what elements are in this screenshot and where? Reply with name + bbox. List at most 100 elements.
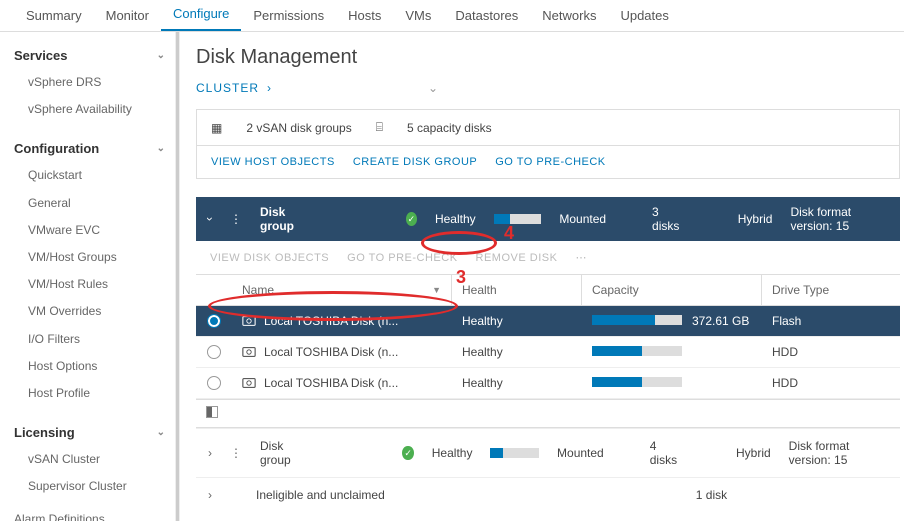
capacity-bar xyxy=(494,214,542,224)
table-row[interactable]: Local TOSHIBA Disk (n...Healthy372.61 GB… xyxy=(196,306,900,337)
table-row[interactable]: Local TOSHIBA Disk (n... Healthy HDD xyxy=(196,337,900,368)
tab-permissions[interactable]: Permissions xyxy=(241,0,336,31)
more-actions-icon[interactable]: ⋮ xyxy=(230,212,242,226)
disk-groups-count: 2 vSAN disk groups xyxy=(246,121,351,135)
sidebar-item-vm-host-rules[interactable]: VM/Host Rules xyxy=(0,271,179,298)
disk-group-panel: › ⋮ Disk group ✓ Healthy Mounted 3 disks… xyxy=(196,197,900,512)
view-disk-objects-button[interactable]: VIEW DISK OBJECTS xyxy=(210,252,329,264)
summary-row[interactable]: › Ineligible and unclaimed 1 disk xyxy=(196,477,900,512)
col-health[interactable]: Health xyxy=(452,275,582,305)
tab-datastores[interactable]: Datastores xyxy=(443,0,530,31)
chevron-down-icon: ⌄ xyxy=(157,50,165,61)
chevron-down-icon: ⌄ xyxy=(157,427,165,438)
column-picker-icon[interactable] xyxy=(206,406,218,418)
sidebar-section-licensing[interactable]: Licensing ⌄ xyxy=(0,419,179,446)
chevron-down-icon[interactable]: ⌄ xyxy=(428,81,438,95)
disk-toolbar: VIEW DISK OBJECTS GO TO PRE-CHECK REMOVE… xyxy=(196,241,900,274)
drive-type: HDD xyxy=(762,337,900,367)
capacity-text: 372.61 GB xyxy=(692,314,749,328)
tab-summary[interactable]: Summary xyxy=(14,0,94,31)
sidebar-item-vm-host-groups[interactable]: VM/Host Groups xyxy=(0,244,179,271)
health-ok-icon: ✓ xyxy=(402,446,413,460)
disk-health: Healthy xyxy=(452,306,582,336)
row-radio[interactable] xyxy=(207,345,221,359)
drive-type: HDD xyxy=(762,368,900,398)
configure-sidebar: Services ⌄ vSphere DRSvSphere Availabili… xyxy=(0,32,180,521)
sidebar-section-services[interactable]: Services ⌄ xyxy=(0,42,179,69)
col-drive[interactable]: Drive Type xyxy=(762,275,900,305)
sort-icon[interactable]: ▼ xyxy=(432,285,441,295)
table-footer xyxy=(196,399,900,428)
expand-arrow-icon[interactable]: › xyxy=(208,488,212,502)
sidebar-item-quickstart[interactable]: Quickstart xyxy=(0,162,179,189)
summary-row[interactable]: ›⋮Disk group✓HealthyMounted4 disksHybrid… xyxy=(196,428,900,477)
action-bar: VIEW HOST OBJECTS CREATE DISK GROUP GO T… xyxy=(196,146,900,179)
col-name[interactable]: Name ▼ xyxy=(232,275,452,305)
view-host-objects-button[interactable]: VIEW HOST OBJECTS xyxy=(211,156,335,168)
sidebar-item-vmware-evc[interactable]: VMware EVC xyxy=(0,217,179,244)
capacity-bar xyxy=(490,448,539,458)
sidebar-section-configuration[interactable]: Configuration ⌄ xyxy=(0,135,179,162)
sidebar-item-alarm-definitions[interactable]: Alarm Definitions xyxy=(0,506,179,521)
expand-arrow-icon[interactable]: › xyxy=(203,217,217,221)
go-to-precheck-button[interactable]: GO TO PRE-CHECK xyxy=(347,252,457,264)
breadcrumb[interactable]: CLUSTER › ⌄ xyxy=(196,81,900,95)
col-capacity[interactable]: Capacity xyxy=(582,275,762,305)
table-row[interactable]: Local TOSHIBA Disk (n... Healthy HDD xyxy=(196,368,900,399)
row-radio[interactable] xyxy=(207,376,221,390)
expand-arrow-icon[interactable]: › xyxy=(208,446,212,460)
sidebar-item-vm-overrides[interactable]: VM Overrides xyxy=(0,298,179,325)
disks-count: 1 disk xyxy=(696,488,727,502)
row-radio[interactable] xyxy=(207,314,221,328)
remove-disk-button[interactable]: REMOVE DISK xyxy=(476,252,558,264)
disk-name: Local TOSHIBA Disk (n... xyxy=(264,376,398,390)
summary-label: Ineligible and unclaimed xyxy=(256,488,385,502)
capacity-disks-icon: ⌸ xyxy=(376,120,383,135)
sidebar-item-host-profile[interactable]: Host Profile xyxy=(0,380,179,407)
health-text: Healthy xyxy=(435,212,476,226)
disks-table: Name ▼ Health Capacity Drive Type Local … xyxy=(196,274,900,428)
capacity-disks-count: 5 capacity disks xyxy=(407,121,492,135)
disk-icon xyxy=(242,377,256,389)
tab-hosts[interactable]: Hosts xyxy=(336,0,393,31)
disk-icon xyxy=(242,315,256,327)
sidebar-item-vsan-cluster[interactable]: vSAN Cluster xyxy=(0,446,179,473)
capacity-bar xyxy=(592,315,682,325)
format-text: Disk format version: 15 xyxy=(790,205,888,233)
more-actions-icon[interactable]: ⋯ xyxy=(575,251,587,264)
disks-count: 4 disks xyxy=(650,439,680,467)
sidebar-section-label: Configuration xyxy=(14,141,99,156)
sidebar-item-general[interactable]: General xyxy=(0,190,179,217)
disks-count: 3 disks xyxy=(652,205,682,233)
disk-group-label: Disk group xyxy=(260,205,310,233)
more-actions-icon[interactable]: ⋮ xyxy=(230,446,242,460)
tab-configure[interactable]: Configure xyxy=(161,0,241,31)
tab-updates[interactable]: Updates xyxy=(608,0,680,31)
tab-vms[interactable]: VMs xyxy=(393,0,443,31)
sidebar-item-supervisor-cluster[interactable]: Supervisor Cluster xyxy=(0,473,179,500)
sidebar-item-host-options[interactable]: Host Options xyxy=(0,353,179,380)
drive-type: Flash xyxy=(762,306,900,336)
health-ok-icon: ✓ xyxy=(406,212,417,226)
sidebar-section-label: Licensing xyxy=(14,425,75,440)
disk-health: Healthy xyxy=(452,337,582,367)
disk-name: Local TOSHIBA Disk (n... xyxy=(264,345,398,359)
content-area: Disk Management CLUSTER › ⌄ ▦ 2 vSAN dis… xyxy=(180,32,904,521)
go-to-precheck-button[interactable]: GO TO PRE-CHECK xyxy=(495,156,605,168)
tab-monitor[interactable]: Monitor xyxy=(94,0,161,31)
disk-group-header[interactable]: › ⋮ Disk group ✓ Healthy Mounted 3 disks… xyxy=(196,197,900,241)
sidebar-item-vsphere-drs[interactable]: vSphere DRS xyxy=(0,69,179,96)
tab-networks[interactable]: Networks xyxy=(530,0,608,31)
main-tab-bar: SummaryMonitorConfigurePermissionsHostsV… xyxy=(0,0,904,32)
mounted-text: Mounted xyxy=(559,212,606,226)
create-disk-group-button[interactable]: CREATE DISK GROUP xyxy=(353,156,477,168)
chevron-down-icon: ⌄ xyxy=(157,143,165,154)
disk-health: Healthy xyxy=(452,368,582,398)
sidebar-item-i-o-filters[interactable]: I/O Filters xyxy=(0,326,179,353)
mounted-text: Mounted xyxy=(557,446,604,460)
chevron-right-icon: › xyxy=(267,81,272,95)
breadcrumb-label: CLUSTER xyxy=(196,81,259,95)
disk-icon xyxy=(242,346,256,358)
sidebar-item-vsphere-availability[interactable]: vSphere Availability xyxy=(0,96,179,123)
table-header: Name ▼ Health Capacity Drive Type xyxy=(196,274,900,306)
